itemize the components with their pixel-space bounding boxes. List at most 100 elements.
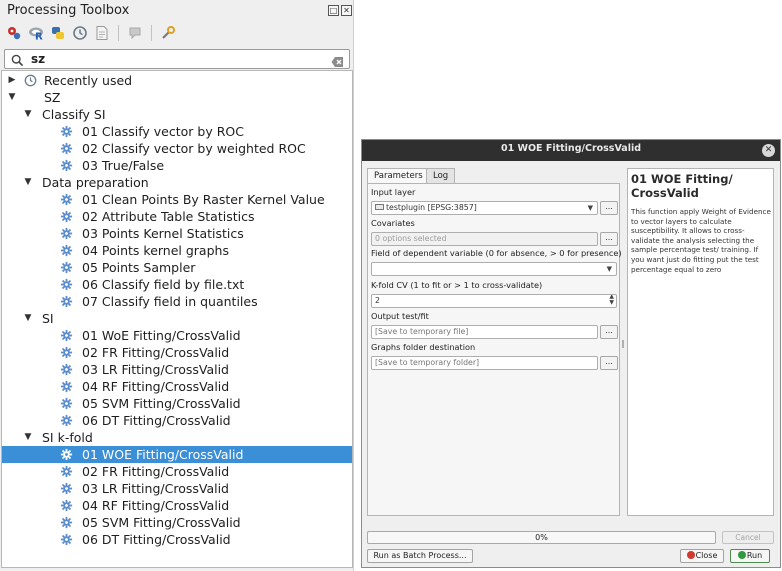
progress-label: 0% xyxy=(535,533,548,542)
chevron-down-icon: ▼ xyxy=(587,204,593,212)
graphs-folder-field[interactable]: [Save to temporary folder] xyxy=(371,356,598,370)
output-file-field[interactable]: [Save to temporary file] xyxy=(371,325,598,339)
algorithm-gear-icon xyxy=(60,329,73,342)
expanded-arrow-icon[interactable]: ▼ xyxy=(23,310,33,327)
algorithm-item-04-points-kernel-graphs[interactable]: 04 Points kernel graphs xyxy=(2,242,352,259)
algorithm-item-06-classify-field-by-file-txt[interactable]: 06 Classify field by file.txt xyxy=(2,276,352,293)
tree-item-label: 06 Classify field by file.txt xyxy=(82,277,245,292)
expanded-arrow-icon[interactable]: ▼ xyxy=(23,106,33,123)
covariates-select-button[interactable]: ... xyxy=(600,232,618,246)
expanded-arrow-icon[interactable]: ▼ xyxy=(23,174,33,191)
covariates-field[interactable]: 0 options selected xyxy=(371,232,598,246)
algorithm-item-05-svm-fitting-crossvalid[interactable]: 05 SVM Fitting/CrossValid xyxy=(2,395,352,412)
tree-group-sz[interactable]: ▼ SZ xyxy=(2,89,352,106)
kfold-value: 2 xyxy=(375,296,380,305)
run-button[interactable]: Run xyxy=(730,549,770,563)
algorithm-gear-icon xyxy=(60,159,73,172)
history-icon[interactable] xyxy=(70,23,90,43)
edit-features-in-place-icon[interactable] xyxy=(125,23,145,43)
close-button[interactable]: Close xyxy=(680,549,724,563)
algorithm-item-04-rf-fitting-crossvalid[interactable]: 04 RF Fitting/CrossValid xyxy=(2,497,352,514)
tree-group-si[interactable]: ▼ SI xyxy=(2,310,352,327)
close-circle-icon xyxy=(686,551,695,559)
panel-title: Processing Toolbox xyxy=(7,3,130,18)
toolbox-toolbar: R xyxy=(4,22,350,44)
dependent-variable-combobox[interactable]: ▼ xyxy=(371,262,617,276)
algorithm-item-05-points-sampler[interactable]: 05 Points Sampler xyxy=(2,259,352,276)
algorithm-item-03-points-kernel-statistics[interactable]: 03 Points Kernel Statistics xyxy=(2,225,352,242)
algorithm-item-06-dt-fitting-crossvalid[interactable]: 06 DT Fitting/CrossValid xyxy=(2,531,352,548)
splitter-handle[interactable] xyxy=(622,340,624,348)
tree-group-si-k-fold[interactable]: ▼ SI k-fold xyxy=(2,429,352,446)
tree-item-label: 04 Points kernel graphs xyxy=(82,243,229,258)
algorithm-gear-icon xyxy=(60,516,73,529)
algorithm-gear-icon xyxy=(60,346,73,359)
algorithm-gear-icon xyxy=(60,380,73,393)
algorithm-item-06-dt-fitting-crossvalid[interactable]: 06 DT Fitting/CrossValid xyxy=(2,412,352,429)
graphs-browse-button[interactable]: ... xyxy=(600,356,618,370)
algorithm-item-07-classify-field-in-quantiles[interactable]: 07 Classify field in quantiles xyxy=(2,293,352,310)
search-box xyxy=(4,49,350,69)
results-viewer-icon[interactable] xyxy=(92,23,112,43)
algorithm-item-02-fr-fitting-crossvalid[interactable]: 02 FR Fitting/CrossValid xyxy=(2,463,352,480)
algorithm-gear-icon xyxy=(60,397,73,410)
collapsed-arrow-icon[interactable]: ▶ xyxy=(7,72,17,89)
tree-item-label: 04 RF Fitting/CrossValid xyxy=(82,379,230,394)
algorithm-item-02-attribute-table-statistics[interactable]: 02 Attribute Table Statistics xyxy=(2,208,352,225)
tree-item-label: 03 True/False xyxy=(82,158,165,173)
algorithm-gear-icon xyxy=(60,210,73,223)
tree-group-data-preparation[interactable]: ▼ Data preparation xyxy=(2,174,352,191)
options-icon[interactable] xyxy=(158,23,178,43)
tree-item-label: 01 Classify vector by ROC xyxy=(82,124,244,139)
algorithm-item-03-lr-fitting-crossvalid[interactable]: 03 LR Fitting/CrossValid xyxy=(2,480,352,497)
algorithm-item-04-rf-fitting-crossvalid[interactable]: 04 RF Fitting/CrossValid xyxy=(2,378,352,395)
algorithm-tree: ▶ Recently used ▼ SZ ▼ Classify SI 01 Classify… xyxy=(1,70,353,568)
close-panel-button[interactable]: ✕ xyxy=(341,5,352,16)
input-layer-label: Input layer xyxy=(371,187,416,197)
algorithm-item-03-true-false[interactable]: 03 True/False xyxy=(2,157,352,174)
algorithm-item-01-woe-fitting-crossvalid[interactable]: 01 WoE Fitting/CrossValid xyxy=(2,327,352,344)
tree-item-label: SZ xyxy=(44,90,61,105)
algorithm-gear-icon xyxy=(60,482,73,495)
algorithm-gear-icon xyxy=(60,448,73,461)
algorithm-item-01-clean-points-by-raster-kernel-value[interactable]: 01 Clean Points By Raster Kernel Value xyxy=(2,191,352,208)
output-browse-button[interactable]: ... xyxy=(600,325,618,339)
expanded-arrow-icon[interactable]: ▼ xyxy=(23,429,33,446)
tree-item-label: 02 Classify vector by weighted ROC xyxy=(82,141,306,156)
expanded-arrow-icon[interactable]: ▼ xyxy=(7,89,17,106)
dialog-titlebar: 01 WOE Fitting/CrossValid ✕ xyxy=(362,140,780,161)
covariates-label: Covariates xyxy=(371,218,415,228)
algorithm-item-01-classify-vector-by-roc[interactable]: 01 Classify vector by ROC xyxy=(2,123,352,140)
algorithm-item-05-svm-fitting-crossvalid[interactable]: 05 SVM Fitting/CrossValid xyxy=(2,514,352,531)
tree-group-recently-used[interactable]: ▶ Recently used xyxy=(2,72,352,89)
cancel-button[interactable]: Cancel xyxy=(722,531,774,544)
run-as-batch-button[interactable]: Run as Batch Process... xyxy=(367,549,473,563)
algorithm-item-02-fr-fitting-crossvalid[interactable]: 02 FR Fitting/CrossValid xyxy=(2,344,352,361)
algorithm-item-01-woe-fitting-crossvalid[interactable]: 01 WOE Fitting/CrossValid xyxy=(2,446,352,463)
help-pane: 01 WOE Fitting/ CrossValid This function… xyxy=(627,168,774,516)
algorithm-gear-icon xyxy=(60,295,73,308)
close-icon[interactable]: ✕ xyxy=(762,144,775,157)
toolbar-separator xyxy=(151,25,152,41)
float-panel-button[interactable]: □ xyxy=(328,5,339,16)
models-icon[interactable] xyxy=(4,23,24,43)
kfold-label: K-fold CV (1 to fit or > 1 to cross-vali… xyxy=(371,280,543,290)
tree-item-label: 03 LR Fitting/CrossValid xyxy=(82,362,229,377)
search-input[interactable] xyxy=(31,51,321,67)
tab-parameters[interactable]: Parameters xyxy=(367,168,430,184)
python-scripts-icon[interactable] xyxy=(48,23,68,43)
processing-toolbox-panel: Processing Toolbox □ ✕ R sz ▶ Recently u… xyxy=(0,0,354,571)
spin-arrows-icon[interactable]: ▲ ▼ xyxy=(609,295,614,306)
tab-log[interactable]: Log xyxy=(426,168,456,183)
input-layer-combobox[interactable]: testplugin [EPSG:3857] ▼ xyxy=(371,201,598,215)
tree-item-label: 02 Attribute Table Statistics xyxy=(82,209,255,224)
help-text: This function apply Weight of Evidence t… xyxy=(631,207,771,274)
tree-group-classify-si[interactable]: ▼ Classify SI xyxy=(2,106,352,123)
kfold-spinbox[interactable]: 2 ▲ ▼ xyxy=(371,294,617,308)
tree-item-label: 03 LR Fitting/CrossValid xyxy=(82,481,229,496)
svg-text:R: R xyxy=(35,32,43,42)
r-scripts-icon[interactable]: R xyxy=(26,23,46,43)
input-layer-browse-button[interactable]: ... xyxy=(600,201,618,215)
algorithm-item-03-lr-fitting-crossvalid[interactable]: 03 LR Fitting/CrossValid xyxy=(2,361,352,378)
algorithm-item-02-classify-vector-by-weighted-roc[interactable]: 02 Classify vector by weighted ROC xyxy=(2,140,352,157)
